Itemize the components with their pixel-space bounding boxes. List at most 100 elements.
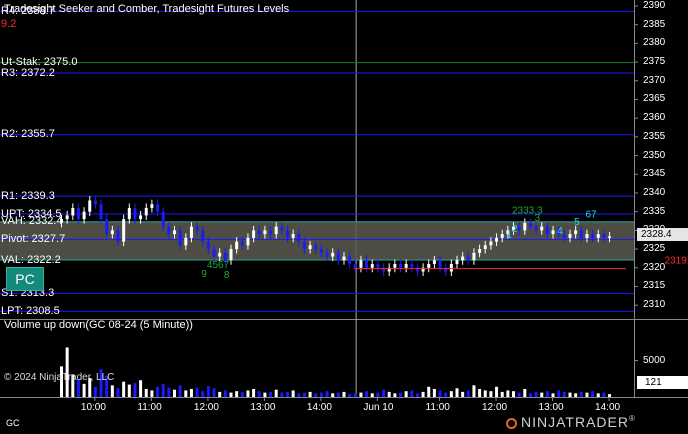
signal-label: 2319.9 — [665, 255, 688, 266]
volume-bar — [387, 391, 391, 397]
candle-body — [410, 264, 414, 268]
volume-bar — [212, 388, 216, 397]
candle-body — [314, 245, 318, 250]
volume-bar — [444, 392, 448, 397]
volume-bar — [427, 386, 431, 397]
candle-body — [269, 230, 273, 235]
level-label: Ut-Stak: 2375.0 — [1, 56, 78, 69]
volume-bar — [353, 393, 357, 397]
volume-bar — [517, 392, 521, 397]
candle-body — [218, 252, 222, 257]
volume-bar — [263, 392, 267, 397]
volume-bar — [506, 390, 510, 397]
time-tick-label: 12:00 — [482, 402, 508, 413]
candle-body — [297, 234, 301, 242]
volume-bar — [421, 391, 425, 397]
candle-body — [206, 241, 210, 250]
candle-body — [336, 252, 340, 261]
candle-body — [308, 245, 312, 250]
instrument-tag: GC — [6, 418, 20, 428]
time-tick-label: 14:00 — [306, 402, 332, 413]
candle-body — [167, 226, 171, 235]
volume-bar — [568, 392, 572, 397]
candle-body — [240, 241, 244, 246]
volume-bar — [478, 388, 482, 397]
volume-bar — [280, 392, 284, 397]
candle-body — [365, 260, 369, 268]
signal-label: 4 — [557, 226, 563, 237]
price-tick-label: 2355 — [643, 130, 666, 142]
price-tick-label: 2380 — [643, 37, 666, 49]
volume-bar — [218, 391, 222, 397]
volume-bar — [82, 383, 86, 397]
pc-button[interactable]: PC — [6, 267, 44, 291]
candle-body — [274, 226, 278, 235]
volume-bar — [206, 386, 210, 397]
level-label: R1: 2339.3 — [1, 189, 55, 202]
candle-body — [65, 215, 69, 220]
ninjatrader-ring-icon — [506, 418, 517, 429]
price-tick-label: 2310 — [643, 299, 666, 311]
candle-body — [116, 230, 120, 242]
volume-bar — [500, 391, 504, 397]
volume-bar — [319, 392, 323, 397]
signal-label: 5 — [574, 217, 580, 228]
volume-bar — [195, 387, 199, 397]
level-label: 9.2 — [1, 17, 17, 30]
candle-body — [399, 264, 402, 268]
level-label: R4: 2388.7 — [1, 4, 55, 17]
candle-body — [602, 234, 606, 238]
candle-body — [263, 230, 267, 235]
candle-body — [212, 249, 216, 257]
last-volume-tag: 121 — [637, 376, 688, 389]
price-tick-label: 2370 — [643, 74, 666, 86]
volume-bar — [291, 390, 295, 397]
volume-panel-title: Volume up down(GC 08-24 (5 Minute)) — [4, 319, 193, 331]
volume-bar — [466, 390, 470, 397]
candle-body — [438, 260, 442, 268]
volume-bar — [461, 391, 465, 397]
volume-bar — [551, 393, 555, 397]
price-tick-label: 2335 — [643, 205, 666, 217]
candle-body — [483, 245, 487, 250]
signal-label: 8 — [224, 270, 230, 281]
signal-label: 3 — [535, 213, 541, 224]
time-tick-label: Jun 10 — [363, 402, 394, 413]
candle-body — [127, 207, 131, 220]
level-lines — [0, 10, 634, 312]
volume-tick-label: 5000 — [643, 354, 666, 366]
volume-bar — [432, 388, 436, 397]
volume-bar — [483, 390, 487, 397]
level-label: Pivot: 2327.7 — [1, 232, 66, 245]
candle-body — [82, 211, 86, 220]
candle-body — [150, 204, 154, 208]
volume-bar — [370, 393, 374, 397]
price-tick-label: 2375 — [643, 56, 666, 68]
candle-body — [319, 249, 323, 253]
candle-body — [342, 256, 346, 261]
time-tick-label: 13:00 — [538, 402, 564, 413]
candle-body — [455, 260, 459, 265]
volume-bar — [178, 385, 182, 397]
volume-bar — [545, 391, 549, 397]
candle-body — [585, 234, 589, 238]
volume-bar — [161, 383, 165, 397]
candle-body — [534, 226, 538, 231]
candle-body — [376, 264, 380, 268]
price-chart[interactable]: 2333.331245672319.92984567 — [0, 0, 688, 434]
volume-bar — [596, 393, 600, 397]
candle-body — [252, 230, 256, 238]
candle-body — [432, 260, 436, 265]
candle-body — [325, 252, 329, 257]
volume-bar — [365, 391, 369, 397]
time-tick-label: 11:00 — [425, 402, 450, 413]
volume-bar — [201, 391, 205, 397]
volume-bar — [246, 390, 250, 397]
candle-body — [99, 204, 103, 220]
candle-body — [189, 226, 193, 238]
volume-bar — [93, 386, 97, 397]
price-tick-label: 2385 — [643, 18, 666, 30]
volume-bar — [472, 385, 476, 397]
candle-body — [286, 230, 289, 238]
volume-bar — [449, 391, 453, 397]
